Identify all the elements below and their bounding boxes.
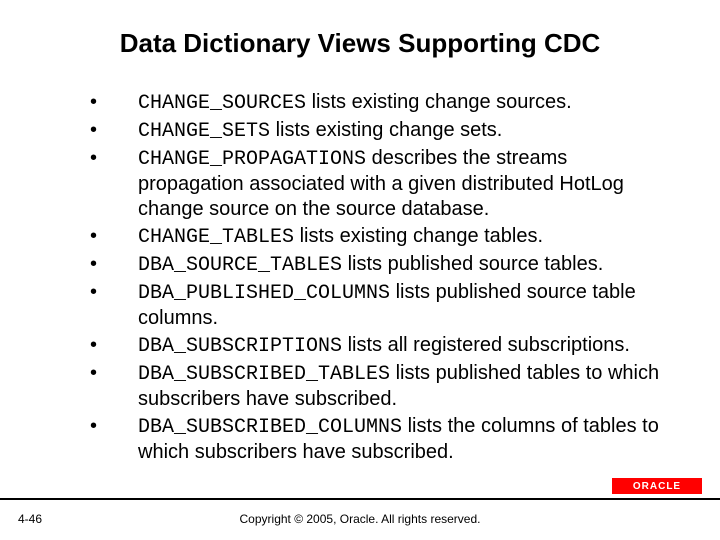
list-item: DBA_SUBSCRIBED_TABLES lists published ta… bbox=[90, 361, 660, 412]
code-term: CHANGE_PROPAGATIONS bbox=[138, 148, 366, 171]
code-term: CHANGE_SOURCES bbox=[138, 92, 306, 115]
bullet-text: lists published source tables. bbox=[342, 253, 603, 275]
list-item: DBA_PUBLISHED_COLUMNS lists published so… bbox=[90, 280, 660, 331]
code-term: DBA_SUBSCRIPTIONS bbox=[138, 335, 342, 358]
bullet-text: lists existing change sources. bbox=[306, 91, 572, 113]
bullet-list: CHANGE_SOURCES lists existing change sou… bbox=[90, 90, 660, 465]
slide-title: Data Dictionary Views Supporting CDC bbox=[0, 28, 720, 59]
footer-divider bbox=[0, 498, 720, 500]
slide-body: CHANGE_SOURCES lists existing change sou… bbox=[90, 90, 660, 467]
code-term: DBA_SUBSCRIBED_TABLES bbox=[138, 363, 390, 386]
list-item: CHANGE_TABLES lists existing change tabl… bbox=[90, 224, 660, 250]
list-item: DBA_SOURCE_TABLES lists published source… bbox=[90, 252, 660, 278]
oracle-logo-text: ORACLE bbox=[633, 481, 681, 492]
bullet-text: lists existing change tables. bbox=[294, 225, 543, 247]
code-term: DBA_SUBSCRIBED_COLUMNS bbox=[138, 416, 402, 439]
list-item: DBA_SUBSCRIBED_COLUMNS lists the columns… bbox=[90, 414, 660, 465]
bullet-text: lists existing change sets. bbox=[270, 119, 502, 141]
oracle-logo: ORACLE bbox=[612, 478, 702, 494]
list-item: CHANGE_SOURCES lists existing change sou… bbox=[90, 90, 660, 116]
copyright-text: Copyright © 2005, Oracle. All rights res… bbox=[0, 512, 720, 526]
slide: Data Dictionary Views Supporting CDC CHA… bbox=[0, 0, 720, 540]
code-term: CHANGE_SETS bbox=[138, 120, 270, 143]
list-item: CHANGE_PROPAGATIONS describes the stream… bbox=[90, 146, 660, 222]
bullet-text: lists all registered subscriptions. bbox=[342, 334, 630, 356]
list-item: DBA_SUBSCRIPTIONS lists all registered s… bbox=[90, 333, 660, 359]
code-term: DBA_PUBLISHED_COLUMNS bbox=[138, 282, 390, 305]
code-term: CHANGE_TABLES bbox=[138, 226, 294, 249]
list-item: CHANGE_SETS lists existing change sets. bbox=[90, 118, 660, 144]
code-term: DBA_SOURCE_TABLES bbox=[138, 254, 342, 277]
